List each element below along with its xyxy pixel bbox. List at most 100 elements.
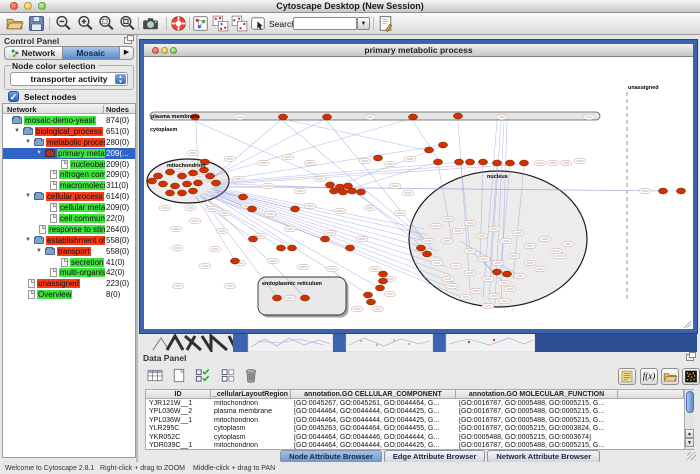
zoom-out-icon[interactable] xyxy=(54,14,73,33)
delete-attribute-icon[interactable] xyxy=(242,367,260,384)
network-canvas[interactable]: plasma membranecytoplasmmitochondrionnuc… xyxy=(144,58,693,329)
tab-network[interactable]: Network xyxy=(5,47,62,59)
tree-row-label[interactable]: unassigned xyxy=(37,279,80,288)
tree-row-label[interactable]: Overview xyxy=(37,290,72,299)
tree-row-label[interactable]: metabolic process xyxy=(46,138,105,147)
tree-row[interactable]: mosaic-demo-yeast874(0) xyxy=(3,115,135,126)
expand-triangle-icon[interactable]: ▼ xyxy=(25,193,31,199)
column-header[interactable]: annotation.GO CELLULAR_COMPONENT xyxy=(291,390,456,399)
network-window-titlebar[interactable]: primary metabolic process xyxy=(144,44,693,57)
tree-row-label[interactable]: biological_process xyxy=(35,127,103,136)
tree-row-label[interactable]: nitrogen compo xyxy=(59,170,105,179)
expand-triangle-icon[interactable]: ▼ xyxy=(25,139,31,145)
table-cell[interactable]: YDR039C__1 xyxy=(146,442,211,450)
column-header[interactable]: ID xyxy=(146,390,211,399)
tree-row[interactable]: ▼cellular process614(0) xyxy=(3,191,135,202)
snapshot-icon[interactable] xyxy=(141,14,160,33)
tab-mosaic[interactable]: Mosaic xyxy=(62,47,121,59)
node-color-combo[interactable]: transporter activity ▲▼ xyxy=(10,72,128,86)
merge-networks-icon[interactable] xyxy=(211,14,230,33)
tree-row-label[interactable]: transport xyxy=(57,247,91,256)
column-header[interactable]: annotation.GO MOLECULAR_FUNCTION xyxy=(456,390,618,399)
tree-row[interactable]: cellular metabo209(0) xyxy=(3,202,135,213)
table-cell[interactable]: YPL036W__2 xyxy=(146,408,211,416)
table-cell[interactable]: plasma membrane xyxy=(211,408,291,416)
tree-row[interactable]: response to stimul264(0) xyxy=(3,224,135,235)
tree-row-label[interactable]: macromolecule xyxy=(59,181,105,190)
tree-row[interactable]: multi-organism pro42(0) xyxy=(3,267,135,278)
combo-stepper-icon[interactable]: ▲▼ xyxy=(115,74,126,84)
expand-triangle-icon[interactable]: ▼ xyxy=(36,150,42,156)
table-cell[interactable]: YJR121W__1 xyxy=(146,400,211,408)
table-cell[interactable]: YPL036W__1 xyxy=(146,417,211,425)
table-cell[interactable]: [GO:0005488, GO:0005215, GO:0003674] xyxy=(456,434,618,442)
unselect-attributes-icon[interactable] xyxy=(218,367,236,384)
tree-row[interactable]: ▼establishment of lo558(0) xyxy=(3,235,135,246)
tree-row-label[interactable]: cellular process xyxy=(46,192,104,201)
search-input[interactable] xyxy=(293,17,357,30)
tree-row[interactable]: nucleobase-209(0) xyxy=(3,159,135,170)
tree-row[interactable]: cell communicat22(0) xyxy=(3,213,135,224)
table-cell[interactable]: mitochondrion xyxy=(211,442,291,450)
float-panel-icon[interactable] xyxy=(124,37,132,44)
zoom-fit-icon[interactable] xyxy=(118,14,137,33)
tree-row-label[interactable]: primary metabo xyxy=(57,149,105,158)
table-cell[interactable]: [GO:0044464, GO:0044446, GO:0044444, G..… xyxy=(291,434,456,442)
float-panel-icon[interactable] xyxy=(686,354,694,361)
tree-row-label[interactable]: mosaic-demo-yeast xyxy=(24,116,96,125)
attribute-matrix-icon[interactable] xyxy=(682,368,700,385)
zoom-selected-icon[interactable] xyxy=(97,14,116,33)
table-cell[interactable]: [GO:0016787, GO:0005215, GO:0003824, G..… xyxy=(456,425,618,433)
table-cell[interactable]: YLR295C xyxy=(146,425,211,433)
tree-row-label[interactable]: cell communicat xyxy=(59,214,105,223)
vizmapper-icon[interactable] xyxy=(191,14,210,33)
table-cell[interactable]: [GO:0044464, GO:0044444, GO:0044425, G..… xyxy=(291,417,456,425)
open-icon[interactable] xyxy=(5,14,24,33)
tree-row[interactable]: macromolecule311(0) xyxy=(3,180,135,191)
tree-row-label[interactable]: secretion xyxy=(70,258,104,267)
expand-triangle-icon[interactable]: ▼ xyxy=(25,237,31,243)
tree-row[interactable]: secretion41(0) xyxy=(3,257,135,268)
tree-row[interactable]: ▼primary metabo209(... xyxy=(3,148,135,159)
search-dropdown-icon[interactable]: ▼ xyxy=(357,17,370,30)
scrollbar-thumb[interactable] xyxy=(686,391,694,413)
tree-row-label[interactable]: establishment of lo xyxy=(46,236,105,245)
table-cell[interactable]: [GO:0016787, GO:0005488, GO:0005215, G..… xyxy=(456,417,618,425)
table-cell[interactable]: YKR052C xyxy=(146,434,211,442)
tree-row-label[interactable]: multi-organism pro xyxy=(59,268,105,277)
tree-row-label[interactable]: response to stimul xyxy=(48,225,105,234)
table-cell[interactable]: [GO:0016787, GO:0005488, GO:0005215, G..… xyxy=(456,408,618,416)
resize-grip[interactable] xyxy=(687,452,696,460)
tree-row-label[interactable]: nucleobase- xyxy=(70,160,105,169)
import-attributes-icon[interactable] xyxy=(661,368,679,385)
attribute-list-icon[interactable] xyxy=(618,368,636,385)
table-cell[interactable]: mitochondrion xyxy=(211,400,291,408)
tree-row[interactable]: ▼transport558(0) xyxy=(3,246,135,257)
tree-row[interactable]: unassigned223(0) xyxy=(3,278,135,289)
table-cell[interactable]: cytoplasm xyxy=(211,434,291,442)
table-cell[interactable]: [GO:0044464, GO:0044444, GO:0044425, G..… xyxy=(291,408,456,416)
expand-triangle-icon[interactable]: ▼ xyxy=(14,128,20,134)
scroll-down-icon[interactable]: ▼ xyxy=(685,438,694,447)
help-icon[interactable] xyxy=(169,14,188,33)
tree-row[interactable]: Overview8(0) xyxy=(3,289,135,300)
table-cell[interactable]: [GO:0045263, GO:0044464, GO:0044455, G..… xyxy=(291,425,456,433)
import-icon[interactable] xyxy=(376,14,395,33)
tree-row-label[interactable]: cellular metabo xyxy=(59,203,105,212)
function-builder-icon[interactable]: f(x) xyxy=(640,368,658,385)
table-scrollbar[interactable]: ▲▼ xyxy=(684,390,694,449)
attribute-table-icon[interactable] xyxy=(146,367,164,384)
save-icon[interactable] xyxy=(27,14,46,33)
zoom-in-icon[interactable] xyxy=(76,14,95,33)
new-attribute-icon[interactable] xyxy=(170,367,188,384)
table-cell[interactable]: [GO:0045267, GO:0045261, GO:0044464, G..… xyxy=(291,400,456,408)
select-attributes-icon[interactable] xyxy=(194,367,212,384)
table-cell[interactable]: cytoplasm xyxy=(211,425,291,433)
annotation-icon[interactable] xyxy=(249,14,268,33)
expand-triangle-icon[interactable]: ▼ xyxy=(36,248,42,254)
column-header[interactable] xyxy=(618,390,684,399)
merge-networks2-icon[interactable] xyxy=(230,14,249,33)
tree-row[interactable]: ▼metabolic process280(0) xyxy=(3,137,135,148)
column-header[interactable]: _cellularLayoutRegion xyxy=(211,390,291,399)
scroll-up-icon[interactable]: ▲ xyxy=(685,429,694,438)
